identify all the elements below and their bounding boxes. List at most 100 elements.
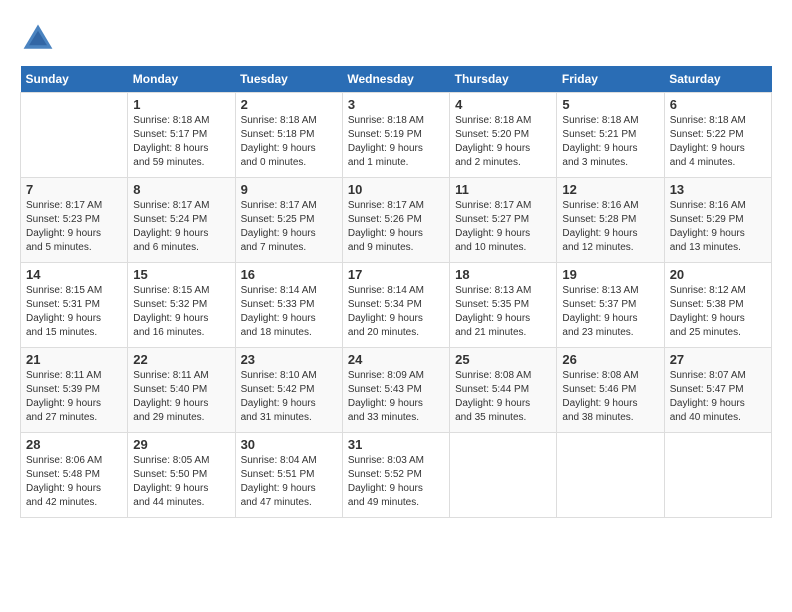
- calendar-cell: 5 Sunrise: 8:18 AMSunset: 5:21 PMDaylight…: [557, 93, 664, 178]
- day-info: Sunrise: 8:11 AMSunset: 5:40 PMDaylight:…: [133, 369, 229, 425]
- day-number: 6: [670, 97, 766, 112]
- day-number: 4: [455, 97, 551, 112]
- day-info: Sunrise: 8:18 AMSunset: 5:18 PMDaylight:…: [241, 114, 337, 170]
- day-header-friday: Friday: [557, 66, 664, 93]
- calendar-cell: 27Sunrise: 8:07 AMSunset: 5:47 PMDayligh…: [664, 348, 771, 433]
- calendar-cell: 29 Sunrise: 8:05 AMSunset: 5:50 PMDayligh…: [128, 433, 235, 518]
- day-info: Sunrise: 8:18 AMSunset: 5:19 PMDaylight:…: [348, 114, 444, 170]
- day-info: Sunrise: 8:14 AMSunset: 5:33 PMDaylight:…: [241, 284, 337, 340]
- day-number: 7: [26, 182, 122, 197]
- day-number: 11: [455, 182, 551, 197]
- week-row-5: 28Sunrise: 8:06 AMSunset: 5:48 PMDayligh…: [21, 433, 772, 518]
- day-number: 23: [241, 352, 337, 367]
- day-info: Sunrise: 8:10 AMSunset: 5:42 PMDaylight:…: [241, 369, 337, 425]
- calendar-cell: 17 Sunrise: 8:14 AMSunset: 5:34 PMDayligh…: [342, 263, 449, 348]
- day-info: Sunrise: 8:15 AMSunset: 5:31 PMDaylight:…: [26, 284, 122, 340]
- day-number: 19: [562, 267, 658, 282]
- calendar-cell: 6 Sunrise: 8:18 AMSunset: 5:22 PMDaylight…: [664, 93, 771, 178]
- day-info: Sunrise: 8:17 AMSunset: 5:25 PMDaylight:…: [241, 199, 337, 255]
- day-info: Sunrise: 8:03 AMSunset: 5:52 PMDaylight:…: [348, 454, 444, 510]
- day-info: Sunrise: 8:13 AMSunset: 5:35 PMDaylight:…: [455, 284, 551, 340]
- calendar-cell: 18 Sunrise: 8:13 AMSunset: 5:35 PMDayligh…: [450, 263, 557, 348]
- calendar-cell: [450, 433, 557, 518]
- day-info: Sunrise: 8:18 AMSunset: 5:20 PMDaylight:…: [455, 114, 551, 170]
- calendar-cell: 28Sunrise: 8:06 AMSunset: 5:48 PMDayligh…: [21, 433, 128, 518]
- calendar-cell: 25 Sunrise: 8:08 AMSunset: 5:44 PMDayligh…: [450, 348, 557, 433]
- week-row-1: 1 Sunrise: 8:18 AMSunset: 5:17 PMDaylight…: [21, 93, 772, 178]
- day-number: 3: [348, 97, 444, 112]
- day-number: 16: [241, 267, 337, 282]
- day-number: 1: [133, 97, 229, 112]
- day-number: 12: [562, 182, 658, 197]
- calendar-cell: 15Sunrise: 8:15 AMSunset: 5:32 PMDayligh…: [128, 263, 235, 348]
- day-info: Sunrise: 8:12 AMSunset: 5:38 PMDaylight:…: [670, 284, 766, 340]
- calendar-table: SundayMondayTuesdayWednesdayThursdayFrid…: [20, 66, 772, 518]
- day-header-wednesday: Wednesday: [342, 66, 449, 93]
- calendar-cell: 16 Sunrise: 8:14 AMSunset: 5:33 PMDayligh…: [235, 263, 342, 348]
- day-number: 21: [26, 352, 122, 367]
- calendar-cell: 13Sunrise: 8:16 AMSunset: 5:29 PMDayligh…: [664, 178, 771, 263]
- day-info: Sunrise: 8:17 AMSunset: 5:26 PMDaylight:…: [348, 199, 444, 255]
- day-number: 18: [455, 267, 551, 282]
- day-number: 14: [26, 267, 122, 282]
- day-info: Sunrise: 8:08 AMSunset: 5:46 PMDaylight:…: [562, 369, 658, 425]
- day-info: Sunrise: 8:14 AMSunset: 5:34 PMDaylight:…: [348, 284, 444, 340]
- day-header-tuesday: Tuesday: [235, 66, 342, 93]
- calendar-cell: 11Sunrise: 8:17 AMSunset: 5:27 PMDayligh…: [450, 178, 557, 263]
- day-info: Sunrise: 8:08 AMSunset: 5:44 PMDaylight:…: [455, 369, 551, 425]
- day-header-saturday: Saturday: [664, 66, 771, 93]
- calendar-cell: 14 Sunrise: 8:15 AMSunset: 5:31 PMDayligh…: [21, 263, 128, 348]
- calendar-cell: [557, 433, 664, 518]
- calendar-cell: 23 Sunrise: 8:10 AMSunset: 5:42 PMDayligh…: [235, 348, 342, 433]
- day-number: 30: [241, 437, 337, 452]
- day-info: Sunrise: 8:09 AMSunset: 5:43 PMDaylight:…: [348, 369, 444, 425]
- calendar-cell: 20 Sunrise: 8:12 AMSunset: 5:38 PMDayligh…: [664, 263, 771, 348]
- day-header-sunday: Sunday: [21, 66, 128, 93]
- day-number: 17: [348, 267, 444, 282]
- day-number: 25: [455, 352, 551, 367]
- calendar-cell: 12 Sunrise: 8:16 AMSunset: 5:28 PMDayligh…: [557, 178, 664, 263]
- day-header-monday: Monday: [128, 66, 235, 93]
- week-row-2: 7Sunrise: 8:17 AMSunset: 5:23 PMDaylight…: [21, 178, 772, 263]
- day-info: Sunrise: 8:18 AMSunset: 5:17 PMDaylight:…: [133, 114, 229, 170]
- day-number: 20: [670, 267, 766, 282]
- calendar-cell: 8 Sunrise: 8:17 AMSunset: 5:24 PMDaylight…: [128, 178, 235, 263]
- logo-icon: [20, 20, 56, 56]
- day-number: 24: [348, 352, 444, 367]
- calendar-cell: 19 Sunrise: 8:13 AMSunset: 5:37 PMDayligh…: [557, 263, 664, 348]
- calendar-cell: 3 Sunrise: 8:18 AMSunset: 5:19 PMDaylight…: [342, 93, 449, 178]
- day-info: Sunrise: 8:04 AMSunset: 5:51 PMDaylight:…: [241, 454, 337, 510]
- day-number: 27: [670, 352, 766, 367]
- day-info: Sunrise: 8:06 AMSunset: 5:48 PMDaylight:…: [26, 454, 122, 510]
- calendar-cell: 31 Sunrise: 8:03 AMSunset: 5:52 PMDayligh…: [342, 433, 449, 518]
- day-number: 8: [133, 182, 229, 197]
- day-number: 22: [133, 352, 229, 367]
- day-info: Sunrise: 8:13 AMSunset: 5:37 PMDaylight:…: [562, 284, 658, 340]
- day-number: 31: [348, 437, 444, 452]
- day-info: Sunrise: 8:16 AMSunset: 5:28 PMDaylight:…: [562, 199, 658, 255]
- calendar-cell: 4 Sunrise: 8:18 AMSunset: 5:20 PMDaylight…: [450, 93, 557, 178]
- day-info: Sunrise: 8:18 AMSunset: 5:22 PMDaylight:…: [670, 114, 766, 170]
- day-number: 29: [133, 437, 229, 452]
- calendar-cell: 30 Sunrise: 8:04 AMSunset: 5:51 PMDayligh…: [235, 433, 342, 518]
- calendar-cell: [21, 93, 128, 178]
- calendar-cell: 2 Sunrise: 8:18 AMSunset: 5:18 PMDaylight…: [235, 93, 342, 178]
- day-info: Sunrise: 8:18 AMSunset: 5:21 PMDaylight:…: [562, 114, 658, 170]
- calendar-cell: 26 Sunrise: 8:08 AMSunset: 5:46 PMDayligh…: [557, 348, 664, 433]
- day-number: 9: [241, 182, 337, 197]
- logo: [20, 20, 60, 56]
- day-number: 5: [562, 97, 658, 112]
- week-row-3: 14 Sunrise: 8:15 AMSunset: 5:31 PMDayligh…: [21, 263, 772, 348]
- day-info: Sunrise: 8:05 AMSunset: 5:50 PMDaylight:…: [133, 454, 229, 510]
- calendar-cell: 24 Sunrise: 8:09 AMSunset: 5:43 PMDayligh…: [342, 348, 449, 433]
- calendar-cell: 9 Sunrise: 8:17 AMSunset: 5:25 PMDaylight…: [235, 178, 342, 263]
- day-number: 2: [241, 97, 337, 112]
- calendar-cell: 21 Sunrise: 8:11 AMSunset: 5:39 PMDayligh…: [21, 348, 128, 433]
- calendar-cell: 22 Sunrise: 8:11 AMSunset: 5:40 PMDayligh…: [128, 348, 235, 433]
- calendar-cell: 1 Sunrise: 8:18 AMSunset: 5:17 PMDaylight…: [128, 93, 235, 178]
- page-header: [20, 20, 772, 56]
- day-info: Sunrise: 8:17 AMSunset: 5:24 PMDaylight:…: [133, 199, 229, 255]
- day-info: Sunrise: 8:16 AMSunset: 5:29 PMDaylight:…: [670, 199, 766, 255]
- day-info: Sunrise: 8:11 AMSunset: 5:39 PMDaylight:…: [26, 369, 122, 425]
- day-number: 26: [562, 352, 658, 367]
